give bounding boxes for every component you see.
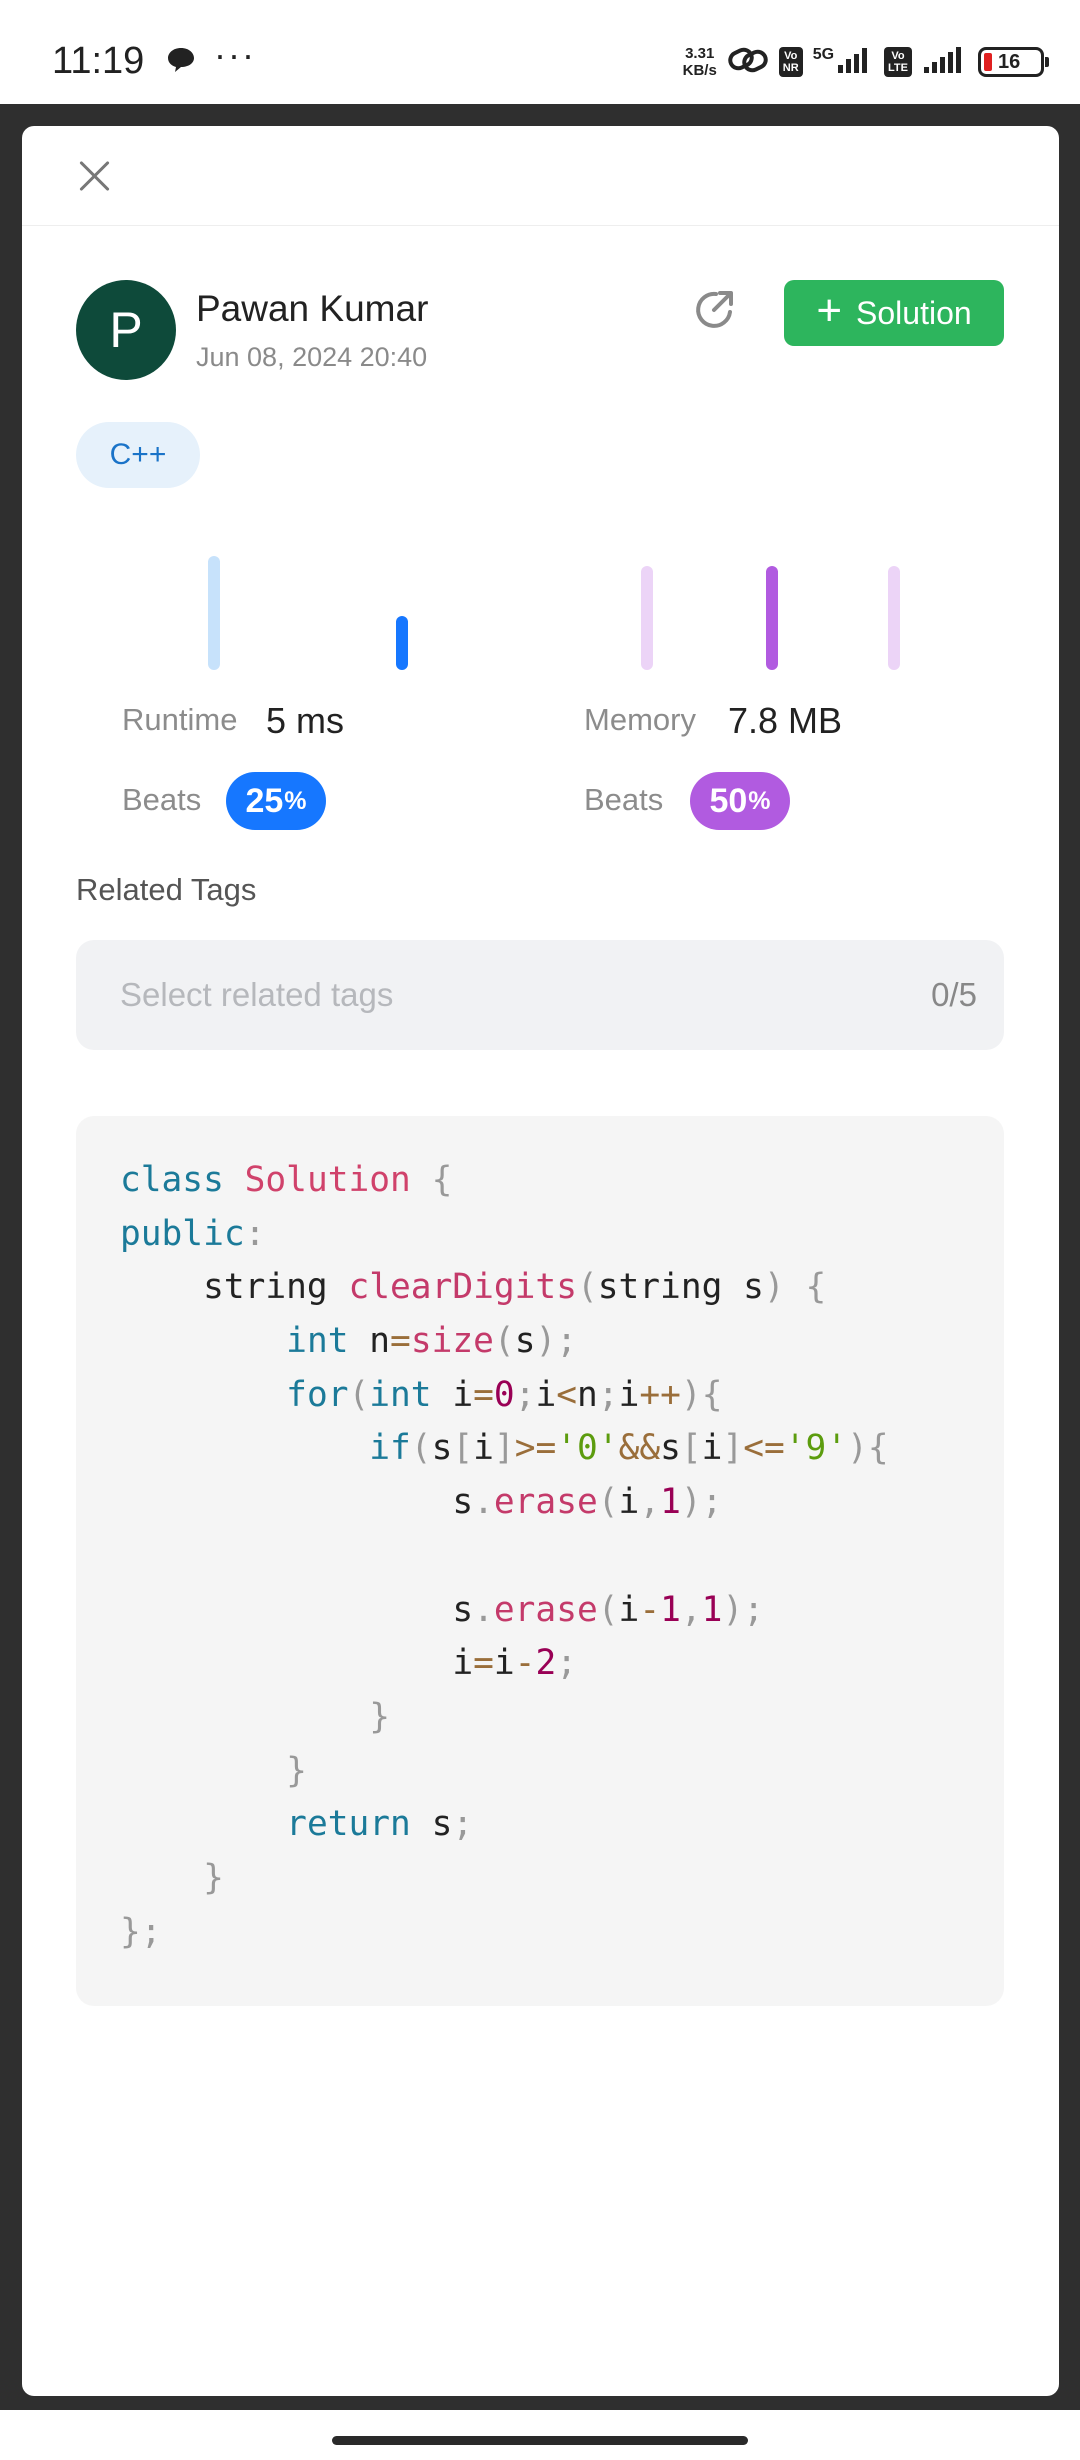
author-info: Pawan Kumar Jun 08, 2024 20:40 <box>196 288 428 373</box>
close-icon[interactable] <box>74 156 114 196</box>
signal-icon <box>836 45 874 80</box>
runtime-beats-badge: 25% <box>226 772 326 830</box>
related-tags-count: 0/5 <box>931 976 977 1013</box>
link-icon <box>727 45 769 80</box>
home-indicator[interactable] <box>332 2436 748 2445</box>
memory-label: Memory <box>584 702 696 737</box>
solution-sheet: P Pawan Kumar Jun 08, 2024 20:40 + Solut… <box>22 126 1059 2396</box>
status-bar: 11:19 ··· 3.31 KB/s Vo NR 5G Vo LTE 16 <box>0 0 1080 104</box>
code-line: i=i-2; <box>120 1643 578 1684</box>
memory-beats-label: Beats <box>584 782 664 817</box>
memory-beats-badge: 50% <box>690 772 790 830</box>
signal-icon <box>922 45 968 80</box>
status-time: 11:19 <box>52 40 145 82</box>
related-tags-select[interactable]: Select related tags 0/5 <box>76 940 1004 1050</box>
memory-bar-current <box>766 566 778 670</box>
code-line: }; <box>120 1911 162 1952</box>
plus-icon: + <box>816 286 843 335</box>
navigation-bar <box>0 2410 1080 2460</box>
more-notifications-icon: ··· <box>214 34 256 75</box>
battery-fill <box>984 53 992 71</box>
code-line: class Solution { <box>120 1160 453 1200</box>
battery-icon: 16 <box>978 47 1049 77</box>
share-arrow-icon[interactable] <box>690 286 738 334</box>
memory-value: 7.8 MB <box>728 700 843 741</box>
5g-label: 5G <box>812 46 835 63</box>
code-line: if(s[i]>='0'&&s[i]<='9'){ <box>369 1428 889 1469</box>
runtime-bar <box>208 556 220 670</box>
code-line: } <box>369 1696 391 1737</box>
runtime-label: Runtime <box>122 702 238 737</box>
submission-date: Jun 08, 2024 20:40 <box>196 341 428 372</box>
avatar[interactable]: P <box>76 280 176 380</box>
sheet-header <box>22 126 1059 226</box>
volte-icon: Vo LTE <box>884 47 912 77</box>
code-line: s.erase(i-1,1); <box>120 1589 764 1630</box>
runtime-bar-current <box>396 616 408 670</box>
code-line: int n=size(s); <box>286 1321 578 1362</box>
code-line: public: <box>120 1213 266 1254</box>
code-line: s.erase(i,1); <box>120 1482 723 1523</box>
code-line: } <box>203 1857 224 1898</box>
language-tag[interactable]: C++ <box>76 422 200 488</box>
runtime-value: 5 ms <box>266 700 345 741</box>
code-block[interactable]: class Solution { public: string clearDig… <box>76 1116 1004 2006</box>
related-tags-title: Related Tags <box>76 872 257 907</box>
add-solution-button[interactable]: + Solution <box>784 280 1004 346</box>
code-line: for(int i=0;i<n;i++){ <box>286 1374 723 1415</box>
battery-level: 16 <box>998 50 1021 73</box>
code-line: } <box>286 1750 307 1791</box>
related-tags-placeholder: Select related tags <box>120 976 394 1013</box>
code-line: string clearDigits(string s) { <box>120 1267 827 1308</box>
vonr-icon: Vo NR <box>778 47 803 77</box>
author-block[interactable]: P Pawan Kumar Jun 08, 2024 20:40 <box>76 280 428 380</box>
network-speed: 3.31 KB/s <box>682 45 717 79</box>
memory-bar <box>888 566 900 670</box>
status-icons: 3.31 KB/s Vo NR 5G Vo LTE 16 <box>682 40 1049 84</box>
solution-button-label: Solution <box>856 294 972 331</box>
code-line: return s; <box>286 1804 474 1845</box>
runtime-beats-label: Beats <box>122 782 202 817</box>
chat-bubble-icon <box>166 46 196 79</box>
memory-bar <box>641 566 653 670</box>
author-name[interactable]: Pawan Kumar <box>196 288 428 330</box>
